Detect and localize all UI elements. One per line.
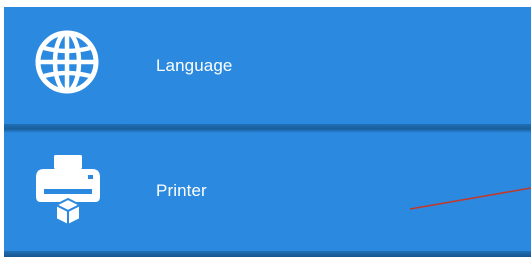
divider [4,124,531,133]
menu-item-label: Printer [156,181,207,200]
menu-item-label: Language [156,56,233,75]
printer-icon [32,155,104,227]
menu-item-printer[interactable]: Printer [4,133,531,251]
globe-icon [34,29,100,95]
bottom-edge [4,251,531,257]
menu-item-language[interactable]: Language [4,7,531,124]
settings-menu-panel: Language Printer [4,7,531,257]
